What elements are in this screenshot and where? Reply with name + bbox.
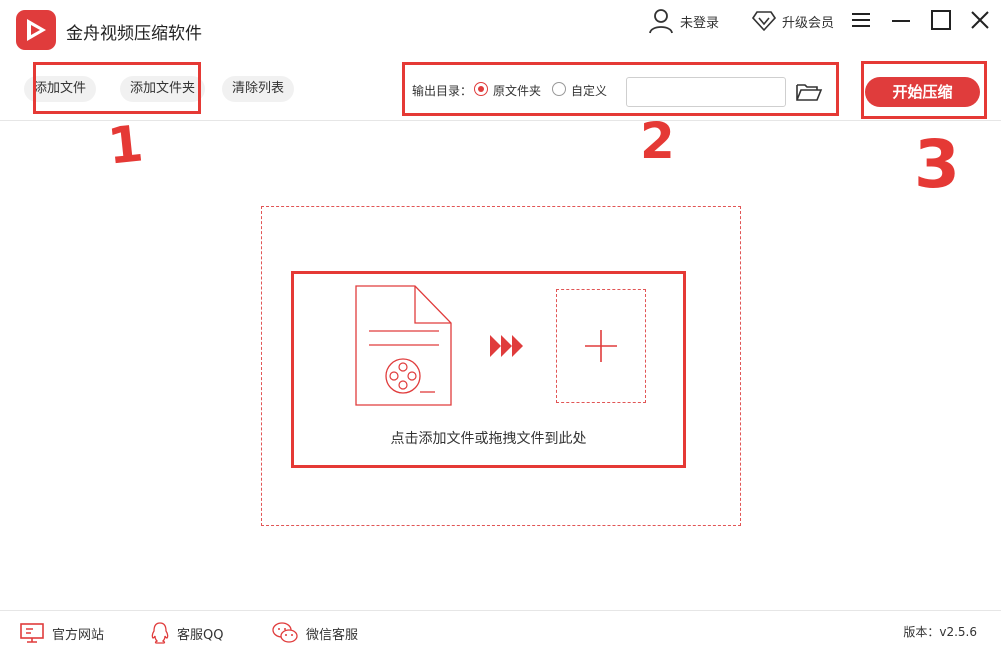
toolbar: 添加文件 添加文件夹 清除列表 输出目录： 原文件夹 自定义 开始压缩	[0, 60, 1001, 121]
website-label: 官方网站	[52, 627, 105, 643]
close-icon[interactable]	[968, 8, 992, 32]
annotation-number-2: 2	[640, 112, 675, 170]
upgrade-vip-button[interactable]: 升级会员	[752, 8, 834, 34]
annotation-number-1: 1	[105, 114, 146, 176]
official-website-link[interactable]: 官方网站	[20, 623, 104, 643]
maximize-icon[interactable]	[929, 8, 953, 32]
wechat-service-link[interactable]: 微信客服	[272, 622, 359, 643]
login-label: 未登录	[680, 15, 720, 31]
wechat-icon	[272, 622, 298, 643]
clear-list-button[interactable]: 清除列表	[222, 76, 295, 102]
add-placeholder-box[interactable]	[556, 289, 646, 403]
qq-icon	[151, 622, 169, 644]
qq-label: 客服QQ	[177, 627, 224, 643]
app-title: 金舟视频压缩软件	[66, 24, 202, 44]
annotation-number-3: 3	[914, 126, 960, 203]
menu-icon[interactable]	[849, 8, 873, 32]
arrows-right-icon	[490, 335, 523, 357]
minimize-icon[interactable]	[889, 8, 913, 32]
annotation-box-2	[402, 62, 839, 116]
monitor-icon	[20, 623, 44, 643]
drop-zone-hint: 点击添加文件或拖拽文件到此处	[390, 431, 587, 447]
user-icon	[649, 9, 673, 34]
vip-label: 升级会员	[782, 15, 835, 31]
annotation-box-1	[33, 62, 201, 114]
app-logo-icon	[16, 10, 56, 50]
wechat-label: 微信客服	[306, 627, 359, 643]
footer: 官方网站 客服QQ 微信客服 版本：v2.5.6	[0, 610, 1001, 652]
plus-icon	[585, 330, 617, 362]
video-file-icon	[355, 285, 452, 406]
qq-service-link[interactable]: 客服QQ	[151, 622, 224, 644]
diamond-icon	[752, 11, 776, 32]
title-bar: 金舟视频压缩软件 未登录 升级会员	[0, 0, 1001, 60]
login-button[interactable]: 未登录	[648, 8, 719, 34]
annotation-box-3	[861, 61, 987, 119]
version-label: 版本：v2.5.6	[903, 625, 977, 639]
